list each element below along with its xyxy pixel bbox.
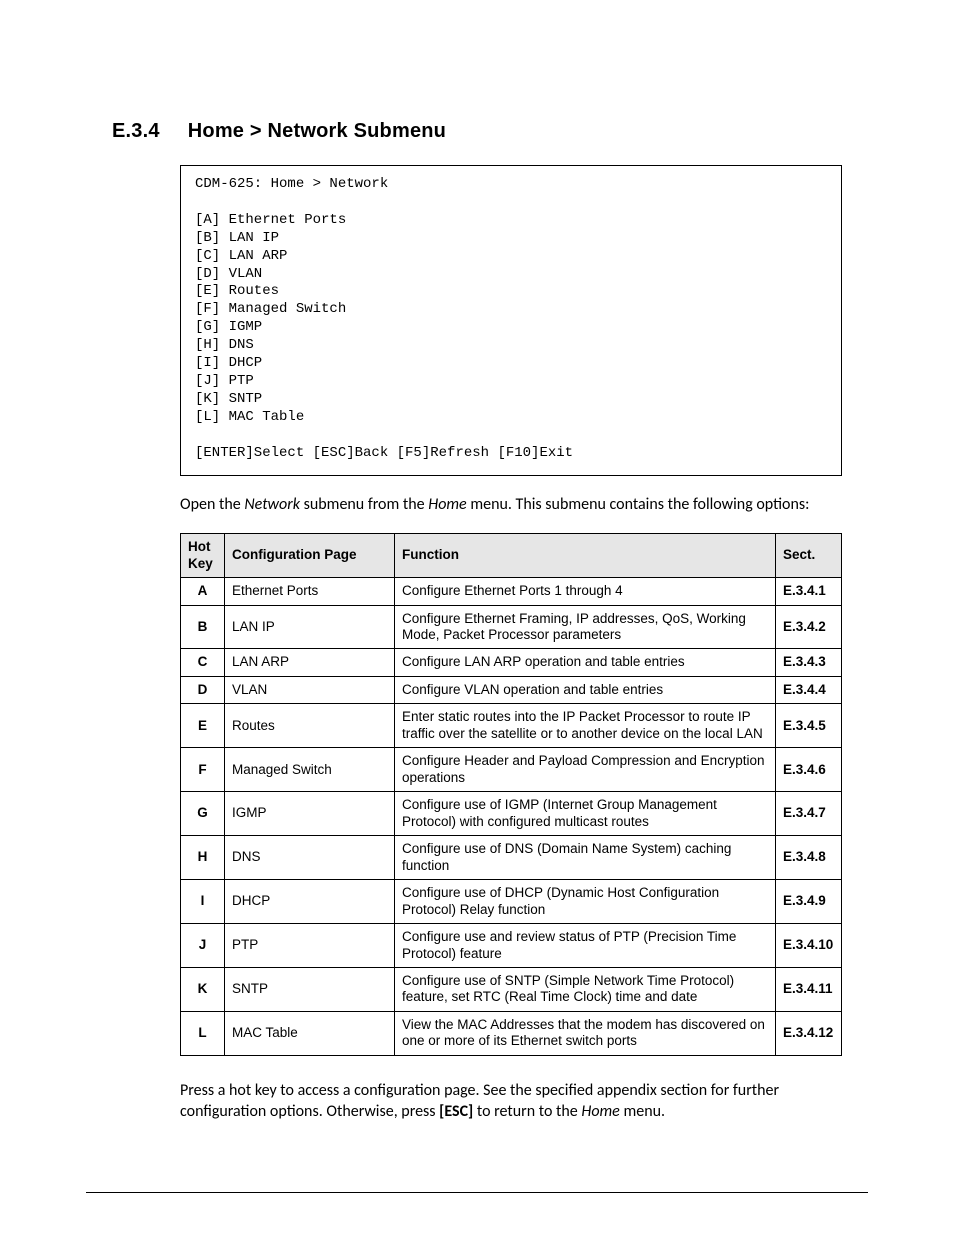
cell-config-page: DHCP (225, 880, 395, 924)
cell-config-page: LAN IP (225, 605, 395, 649)
cell-function: Configure LAN ARP operation and table en… (395, 649, 776, 676)
cell-function: Configure use of SNTP (Simple Network Ti… (395, 968, 776, 1012)
terminal-title: CDM-625: Home > Network (195, 176, 388, 192)
cell-hot-key: F (181, 748, 225, 792)
cell-config-page: Ethernet Ports (225, 578, 395, 605)
cell-sect: E.3.4.3 (776, 649, 842, 676)
cell-hot-key: C (181, 649, 225, 676)
cell-sect: E.3.4.9 (776, 880, 842, 924)
cell-function: Configure VLAN operation and table entri… (395, 676, 776, 703)
cell-function: Configure use of DHCP (Dynamic Host Conf… (395, 880, 776, 924)
cell-hot-key: J (181, 924, 225, 968)
cell-config-page: IGMP (225, 792, 395, 836)
section-heading: E.3.4 Home > Network Submenu (112, 120, 842, 143)
cell-function: Configure Ethernet Framing, IP addresses… (395, 605, 776, 649)
terminal-footer: [ENTER]Select [ESC]Back [F5]Refresh [F10… (195, 445, 573, 461)
th-sect: Sect. (776, 534, 842, 578)
table-row: KSNTPConfigure use of SNTP (Simple Netwo… (181, 968, 842, 1012)
cell-function: Configure Header and Payload Compression… (395, 748, 776, 792)
cell-sect: E.3.4.5 (776, 704, 842, 748)
cell-sect: E.3.4.7 (776, 792, 842, 836)
table-row: DVLANConfigure VLAN operation and table … (181, 676, 842, 703)
cell-sect: E.3.4.4 (776, 676, 842, 703)
cell-hot-key: K (181, 968, 225, 1012)
cell-config-page: PTP (225, 924, 395, 968)
table-header: Hot Key Configuration Page Function Sect… (181, 534, 842, 578)
th-function: Function (395, 534, 776, 578)
table-row: ERoutesEnter static routes into the IP P… (181, 704, 842, 748)
cell-sect: E.3.4.2 (776, 605, 842, 649)
cell-sect: E.3.4.10 (776, 924, 842, 968)
table-row: JPTPConfigure use and review status of P… (181, 924, 842, 968)
th-hot-key: Hot Key (181, 534, 225, 578)
table-row: HDNSConfigure use of DNS (Domain Name Sy… (181, 836, 842, 880)
cell-config-page: SNTP (225, 968, 395, 1012)
cell-sect: E.3.4.1 (776, 578, 842, 605)
table-row: FManaged SwitchConfigure Header and Payl… (181, 748, 842, 792)
cell-function: Configure Ethernet Ports 1 through 4 (395, 578, 776, 605)
cell-sect: E.3.4.11 (776, 968, 842, 1012)
cell-hot-key: H (181, 836, 225, 880)
cell-hot-key: B (181, 605, 225, 649)
cell-hot-key: D (181, 676, 225, 703)
section-number: E.3.4 (112, 120, 182, 143)
cell-hot-key: I (181, 880, 225, 924)
cell-config-page: Managed Switch (225, 748, 395, 792)
cell-config-page: VLAN (225, 676, 395, 703)
cell-function: Enter static routes into the IP Packet P… (395, 704, 776, 748)
section-title: Home > Network Submenu (188, 120, 446, 142)
cell-function: Configure use of DNS (Domain Name System… (395, 836, 776, 880)
cell-hot-key: G (181, 792, 225, 836)
cell-config-page: DNS (225, 836, 395, 880)
terminal-items: [A] Ethernet Ports [B] LAN IP [C] LAN AR… (195, 212, 346, 425)
cell-sect: E.3.4.12 (776, 1011, 842, 1055)
table-row: LMAC TableView the MAC Addresses that th… (181, 1011, 842, 1055)
table-row: BLAN IPConfigure Ethernet Framing, IP ad… (181, 605, 842, 649)
table-row: CLAN ARPConfigure LAN ARP operation and … (181, 649, 842, 676)
outro-paragraph: Press a hot key to access a configuratio… (180, 1080, 842, 1123)
cell-function: Configure use and review status of PTP (… (395, 924, 776, 968)
table-row: AEthernet PortsConfigure Ethernet Ports … (181, 578, 842, 605)
cell-hot-key: E (181, 704, 225, 748)
cell-config-page: MAC Table (225, 1011, 395, 1055)
intro-paragraph: Open the Network submenu from the Home m… (180, 494, 842, 516)
cell-config-page: Routes (225, 704, 395, 748)
page-container: E.3.4 Home > Network Submenu CDM-625: Ho… (0, 0, 954, 1235)
cell-sect: E.3.4.8 (776, 836, 842, 880)
footer-rule (86, 1192, 868, 1193)
table-body: AEthernet PortsConfigure Ethernet Ports … (181, 578, 842, 1056)
cell-config-page: LAN ARP (225, 649, 395, 676)
table-row: IDHCPConfigure use of DHCP (Dynamic Host… (181, 880, 842, 924)
th-config-page: Configuration Page (225, 534, 395, 578)
cell-hot-key: L (181, 1011, 225, 1055)
cell-sect: E.3.4.6 (776, 748, 842, 792)
options-table: Hot Key Configuration Page Function Sect… (180, 533, 842, 1056)
cell-function: Configure use of IGMP (Internet Group Ma… (395, 792, 776, 836)
cell-function: View the MAC Addresses that the modem ha… (395, 1011, 776, 1055)
table-row: GIGMPConfigure use of IGMP (Internet Gro… (181, 792, 842, 836)
cell-hot-key: A (181, 578, 225, 605)
terminal-block: CDM-625: Home > Network [A] Ethernet Por… (180, 165, 842, 476)
